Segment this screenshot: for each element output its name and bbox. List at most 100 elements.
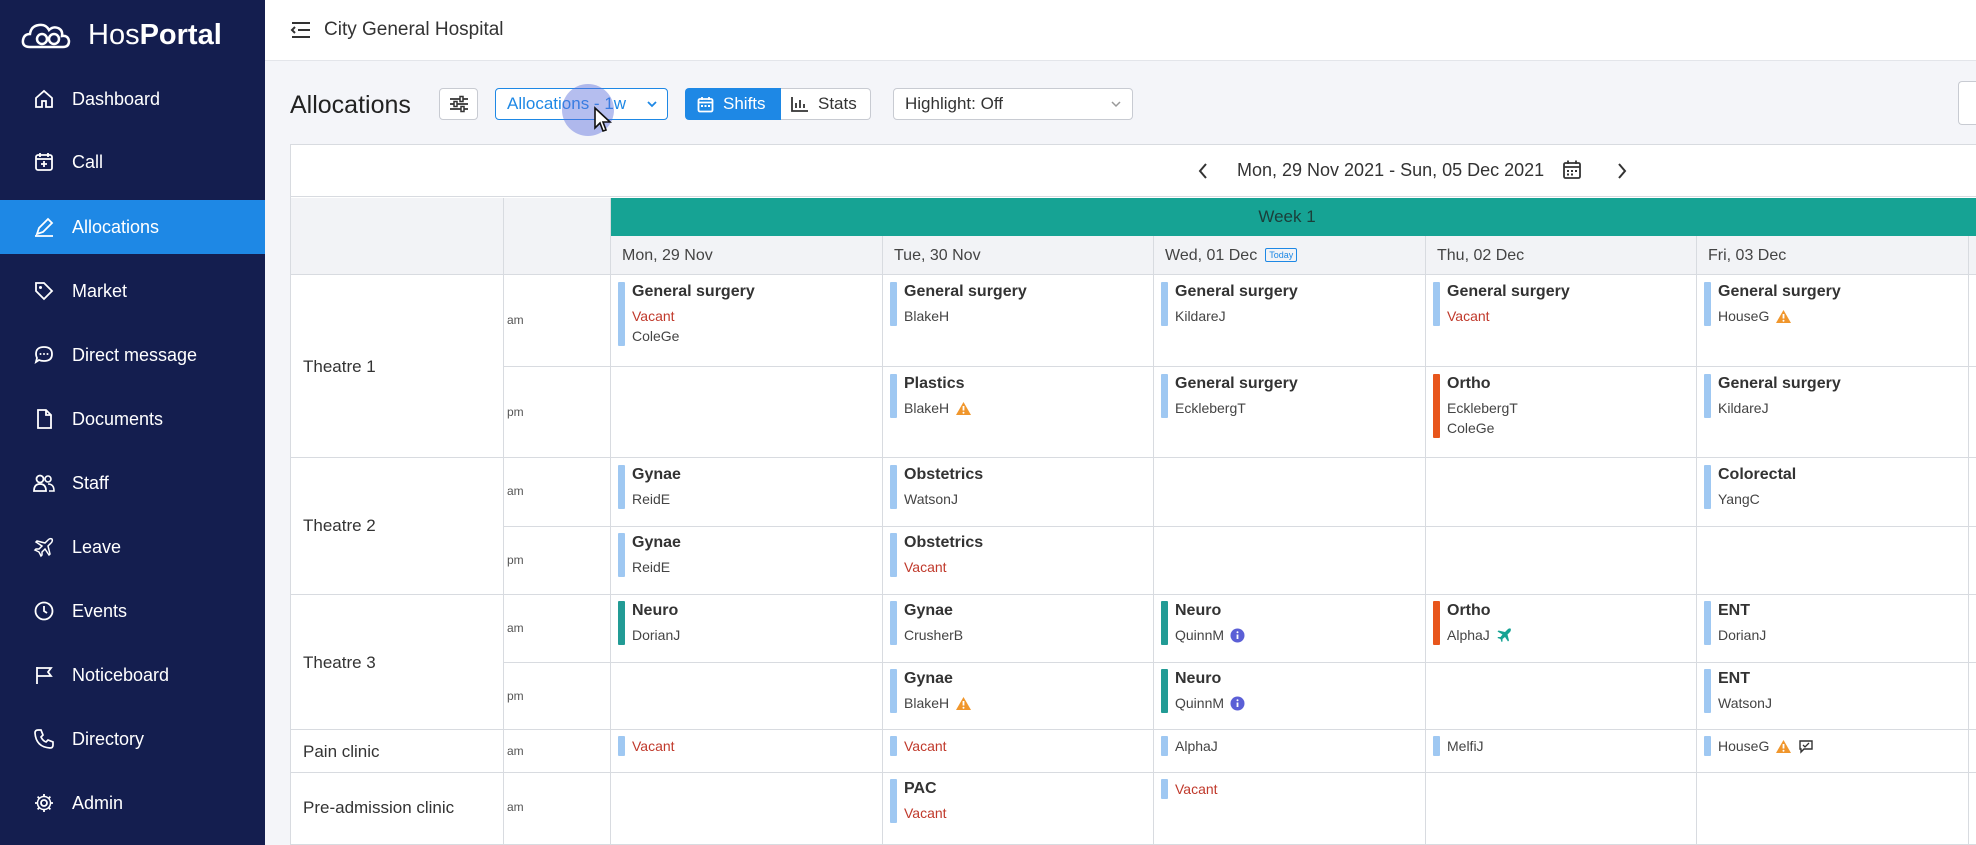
theatre-label: Pain clinic bbox=[303, 742, 380, 761]
grid-cell[interactable] bbox=[1154, 458, 1426, 527]
sidebar-item-allocations[interactable]: Allocations bbox=[0, 200, 265, 254]
sidebar-item-call[interactable]: Call bbox=[0, 135, 265, 189]
shift-card[interactable]: Ortho AlphaJ bbox=[1433, 601, 1512, 645]
sidebar-item-market[interactable]: Market bbox=[0, 264, 265, 318]
chevron-down-icon bbox=[647, 101, 657, 108]
shift-card[interactable]: Colorectal YangC bbox=[1704, 465, 1796, 509]
grid-cell[interactable] bbox=[611, 773, 883, 845]
stats-toggle[interactable]: Stats bbox=[781, 88, 871, 120]
sidebar-item-direct-message[interactable]: Direct message bbox=[0, 328, 265, 382]
shift-card[interactable]: Obstetrics Vacant bbox=[890, 533, 983, 577]
shift-staff: MelfiJ bbox=[1447, 738, 1484, 754]
shift-staff: DorianJ bbox=[632, 627, 681, 643]
shift-color-bar bbox=[1704, 465, 1711, 509]
app-logo[interactable]: Hos Portal bbox=[0, 0, 265, 70]
grid-cell[interactable] bbox=[1426, 773, 1697, 845]
sidebar-item-directory[interactable]: Directory bbox=[0, 712, 265, 766]
shifts-toggle[interactable]: Shifts bbox=[685, 88, 781, 120]
shift-card[interactable]: ENT WatsonJ bbox=[1704, 669, 1772, 713]
shift-color-bar bbox=[890, 669, 897, 713]
grid-cell[interactable] bbox=[1154, 527, 1426, 595]
shift-title: Gynae bbox=[904, 670, 953, 687]
grid-cell[interactable] bbox=[1426, 527, 1697, 595]
grid-cell[interactable] bbox=[1969, 458, 1976, 527]
shift-card[interactable]: Vacant bbox=[890, 736, 947, 756]
bar-chart-icon bbox=[791, 97, 808, 112]
warning-icon bbox=[955, 696, 972, 711]
shift-card[interactable]: Vacant bbox=[1161, 779, 1218, 799]
sidebar-item-events[interactable]: Events bbox=[0, 584, 265, 638]
shift-card[interactable]: HouseG bbox=[1704, 736, 1814, 756]
shift-card[interactable]: General surgery HouseG bbox=[1704, 282, 1841, 326]
menu-toggle-icon[interactable] bbox=[290, 21, 312, 39]
sidebar-item-admin[interactable]: Admin bbox=[0, 776, 265, 830]
shift-card[interactable]: Gynae ReidE bbox=[618, 533, 681, 577]
grid-cell[interactable] bbox=[1969, 730, 1976, 773]
shift-card[interactable]: General surgery KildareJ bbox=[1161, 282, 1298, 326]
shift-card[interactable]: AlphaJ bbox=[1161, 736, 1218, 756]
shift-staff: BlakeH bbox=[904, 400, 950, 416]
grid-cell[interactable] bbox=[1969, 663, 1976, 730]
grid-cell[interactable] bbox=[1969, 275, 1976, 367]
shift-staff-vacant: Vacant bbox=[632, 308, 675, 324]
flag-icon bbox=[32, 663, 56, 687]
shift-card[interactable]: General surgery Vacant bbox=[1433, 282, 1570, 326]
shift-card[interactable]: Neuro QuinnM bbox=[1161, 601, 1245, 645]
grid-cell[interactable] bbox=[1969, 595, 1976, 663]
shift-card[interactable]: Gynae BlakeH bbox=[890, 669, 972, 713]
grid-cell[interactable] bbox=[1426, 663, 1697, 730]
sidebar-item-dashboard[interactable]: Dashboard bbox=[0, 72, 265, 126]
shift-card[interactable]: General surgery KildareJ bbox=[1704, 374, 1841, 418]
sidebar-item-staff[interactable]: Staff bbox=[0, 456, 265, 510]
top-bar: City General Hospital bbox=[265, 0, 1976, 61]
calendar-icon[interactable] bbox=[1562, 159, 1582, 180]
shift-title: Obstetrics bbox=[904, 534, 984, 551]
shift-card[interactable]: Ortho EcklebergT ColeGe bbox=[1433, 374, 1518, 438]
shift-card[interactable]: Vacant bbox=[618, 736, 675, 756]
sidebar-item-leave[interactable]: Leave bbox=[0, 520, 265, 574]
sidebar-item-label: Direct message bbox=[72, 344, 198, 365]
grid-cell[interactable] bbox=[611, 663, 883, 730]
session-label: am bbox=[507, 744, 524, 758]
grid-cell[interactable] bbox=[1697, 527, 1969, 595]
shift-card[interactable]: PAC Vacant bbox=[890, 779, 947, 823]
shift-staff-vacant: Vacant bbox=[904, 738, 947, 754]
shift-card[interactable]: MelfiJ bbox=[1433, 736, 1484, 756]
sidebar-item-noticeboard[interactable]: Noticeboard bbox=[0, 648, 265, 702]
sidebar-item-label: Events bbox=[72, 600, 128, 621]
shift-card[interactable]: General surgery EcklebergT bbox=[1161, 374, 1298, 418]
corner-cell bbox=[504, 198, 611, 275]
theatre-row-header: Theatre 1 bbox=[291, 275, 504, 458]
shift-card[interactable]: Plastics BlakeH bbox=[890, 374, 972, 418]
shift-color-bar bbox=[1704, 374, 1711, 418]
sidebar-item-documents[interactable]: Documents bbox=[0, 392, 265, 446]
shift-color-bar bbox=[1433, 601, 1440, 645]
shift-color-bar bbox=[1161, 736, 1168, 756]
shift-card[interactable]: ENT DorianJ bbox=[1704, 601, 1766, 645]
session-cell: pm bbox=[504, 527, 611, 595]
grid-cell[interactable] bbox=[611, 367, 883, 458]
grid-cell[interactable] bbox=[1969, 367, 1976, 458]
shift-card[interactable]: Gynae CrusherB bbox=[890, 601, 963, 645]
shift-color-bar bbox=[890, 465, 897, 509]
grid-cell[interactable] bbox=[1426, 458, 1697, 527]
highlight-select[interactable]: Highlight: Off bbox=[893, 88, 1133, 120]
filter-button[interactable] bbox=[439, 88, 478, 120]
chevron-left-icon[interactable] bbox=[1197, 162, 1209, 180]
shift-card[interactable]: Neuro QuinnM bbox=[1161, 669, 1245, 713]
shift-color-bar bbox=[1433, 736, 1440, 756]
chevron-right-icon[interactable] bbox=[1616, 162, 1628, 180]
shift-card[interactable]: General surgery BlakeH bbox=[890, 282, 1027, 326]
grid-cell[interactable] bbox=[1969, 527, 1976, 595]
shift-card[interactable]: Neuro DorianJ bbox=[618, 601, 680, 645]
grid-cell[interactable] bbox=[1969, 773, 1976, 845]
shift-card[interactable]: General surgery Vacant ColeGe bbox=[618, 282, 755, 346]
grid-cell[interactable] bbox=[1697, 773, 1969, 845]
shift-title: Plastics bbox=[904, 375, 965, 392]
shift-title: Gynae bbox=[632, 466, 681, 483]
theatre-row-header: Theatre 2 bbox=[291, 458, 504, 595]
toolbar-right-control[interactable] bbox=[1958, 81, 1976, 125]
shift-card[interactable]: Obstetrics WatsonJ bbox=[890, 465, 983, 509]
day-label: Fri, 03 Dec bbox=[1708, 247, 1787, 264]
shift-card[interactable]: Gynae ReidE bbox=[618, 465, 681, 509]
